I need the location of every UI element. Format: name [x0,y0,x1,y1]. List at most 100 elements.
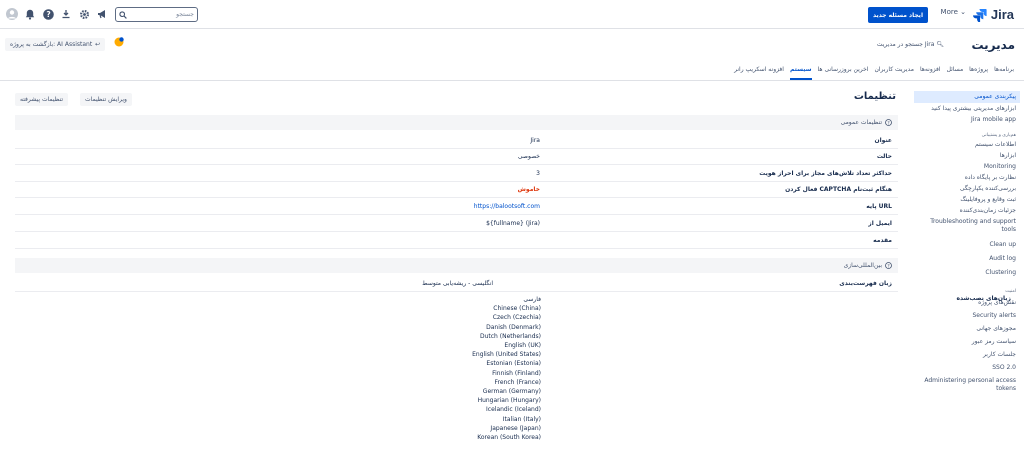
installed-languages-list: فارسی Chinese (China) Czech (Czechia) Da… [472,295,541,442]
brand-name: Jira [990,7,1014,22]
jira-logo-icon [972,8,987,22]
tabs-divider [0,80,1024,81]
list-item: Danish (Denmark) [486,323,541,331]
edit-settings-button[interactable]: ویرایش تنظیمات [80,93,132,106]
sidebar-item-logging-profiling[interactable]: ثبت وقایع و پروفایلینگ [914,194,1020,205]
sidebar-item-user-sessions[interactable]: جلسات کاربر [914,349,1020,360]
row-value: 3 [536,170,540,177]
list-item: Czech (Czechia) [492,314,541,322]
sidebar-item-clustering[interactable]: Clustering [914,267,1020,278]
row-label: پایه URL [866,203,892,210]
sidebar-item-mobile-app[interactable]: Jira mobile app [914,114,1020,125]
admin-tabs: برنامه‌ها پروژه‌ها مسائل افزونه‌ها مدیری… [734,66,1014,80]
create-issue-button[interactable]: ایجاد مسئله جدید [868,7,928,23]
row-label: عنوان [874,137,893,144]
sidebar-item-global-permissions[interactable]: مجوزهای جهانی [914,323,1020,334]
sidebar-item-sso[interactable]: SSO 2.0 [914,362,1020,373]
list-item: English (United States) [472,351,541,359]
admin-search-label: جستجو در مدیریت Jira [876,41,935,48]
sidebar-heading-support: هم‌یاری و پشتیبانی [981,133,1016,138]
table-row: حالت خصوصی [15,149,898,165]
list-item: Icelandic (Iceland) [486,406,541,414]
tab-issues[interactable]: مسائل [947,66,964,80]
list-item: Finnish (Finland) [492,369,541,377]
row-value: خصوصی [517,153,540,160]
page-title: مدیریت [971,38,1015,52]
captcha-status: خاموش [517,186,540,193]
tab-system[interactable]: سیستم [789,66,812,80]
svg-text:?: ? [46,10,50,19]
sidebar-item-scheduler-details[interactable]: جزئیات زمان‌بندی‌کننده [914,205,1020,216]
tab-projects[interactable]: پروژه‌ها [969,66,988,80]
help-icon[interactable]: ? [885,262,892,269]
sidebar-heading-security: امنیت [1005,289,1016,294]
general-settings-title: تنظیمات عمومی [840,119,882,126]
admin-sidebar: پیکربندی عمومی ابزارهای مدیریتی بیشتری پ… [914,91,1020,395]
row-label: حالت [876,153,892,160]
sidebar-item-database-monitoring[interactable]: نظارت بر پایگاه داده [914,172,1020,183]
row-label: مقدمه [873,237,892,244]
avatar[interactable] [5,7,19,21]
more-label: More [940,8,958,16]
search-icon [119,10,127,19]
sidebar-item-personal-access-tokens[interactable]: Administering personal access tokens [914,375,1020,395]
row-value: Jira [530,137,540,144]
table-row: حداکثر تعداد تلاش‌های مجاز برای احراز هو… [15,166,898,182]
row-value: انگلیسی - ریشه‌یابی متوسط [422,280,493,287]
advanced-settings-button[interactable]: تنظیمات پیشرفته [15,93,69,106]
sidebar-item-system-info[interactable]: اطلاعات سیستم [914,139,1020,150]
download-icon[interactable] [59,7,73,21]
list-item: Dutch (Netherlands) [479,332,541,340]
sidebar-item-find-more-tools[interactable]: ابزارهای مدیریتی بیشتری پیدا کنید [914,103,1020,114]
tab-add-ons[interactable]: افزونه‌ها [920,66,941,80]
base-url-link[interactable]: https://balootsoft.com [474,203,540,210]
list-item: English (UK) [504,342,541,350]
back-label: بازگشت به پروژه: AI Assistant [10,41,93,48]
list-item: Korean (South Korea) [477,434,541,442]
list-item: فارسی [523,296,541,303]
sidebar-item-password-policy[interactable]: سیاست رمز عبور [914,336,1020,347]
list-item: French (France) [494,378,542,386]
sidebar-item-troubleshooting[interactable]: Troubleshooting and support tools [914,216,1020,236]
megaphone-icon[interactable] [95,7,109,21]
top-icons: ? [5,7,109,21]
list-item: Estonian (Estonia) [486,360,541,368]
tab-scriptrunner[interactable]: افزونه اسکریپ رانر [734,66,784,80]
table-row: عنوان Jira [15,133,898,149]
settings-gear-icon[interactable] [77,7,91,21]
list-item: German (Germany) [482,388,541,396]
sidebar-item-clean-up[interactable]: Clean up [914,239,1020,250]
row-label: ایمیل از [868,220,892,227]
more-menu[interactable]: More ⌄ [941,8,966,16]
back-to-project-button[interactable]: بازگشت به پروژه: AI Assistant ↩ [5,38,106,51]
table-row: مقدمه [15,233,898,249]
top-navigation: ? جستجو ایجاد مسئله جدید More ⌄ Jira [0,0,1024,29]
jira-logo[interactable]: Jira [972,7,1014,22]
notification-badge-icon[interactable] [114,37,124,47]
table-row: پایه URL https://balootsoft.com [15,199,898,215]
sidebar-item-audit-log[interactable]: Audit log [914,253,1020,264]
sidebar-item-general-config[interactable]: پیکربندی عمومی [914,91,1020,103]
row-label: زبان فهرست‌بندی [839,280,892,287]
sidebar-item-tools[interactable]: ابزارها [914,150,1020,161]
admin-search-link[interactable]: جستجو در مدیریت Jira 🔍︎ [877,41,944,48]
search-input[interactable]: جستجو [115,7,198,22]
help-icon[interactable]: ? [41,7,55,21]
tab-applications[interactable]: برنامه‌ها [994,66,1014,80]
settings-heading: تنظیمات [853,91,896,102]
row-label: حداکثر تعداد تلاش‌های مجاز برای احراز هو… [759,170,892,177]
tab-latest-upgrades[interactable]: اخرین بروزرسانی ها [818,66,869,80]
chevron-down-icon: ⌄ [960,8,966,16]
notifications-bell-icon[interactable] [23,7,37,21]
tab-user-management[interactable]: مدیریت کاربران [874,66,913,80]
sidebar-item-integrity-checker[interactable]: بررسی‌کننده یکپارچگی [914,183,1020,194]
back-arrow-icon: ↩ [95,41,101,48]
help-icon[interactable]: ? [885,119,892,126]
installed-languages-label: زبان‌های نصب‌شده [956,295,1011,302]
sidebar-item-monitoring[interactable]: Monitoring [914,161,1020,172]
list-item: Japanese (Japan) [490,424,541,432]
list-item: Italian (Italy) [502,415,541,423]
list-item: Chinese (China) [493,305,541,313]
table-row: زبان فهرست‌بندی انگلیسی - ریشه‌یابی متوس… [15,276,898,292]
sidebar-item-security-alerts[interactable]: Security alerts [914,310,1020,321]
